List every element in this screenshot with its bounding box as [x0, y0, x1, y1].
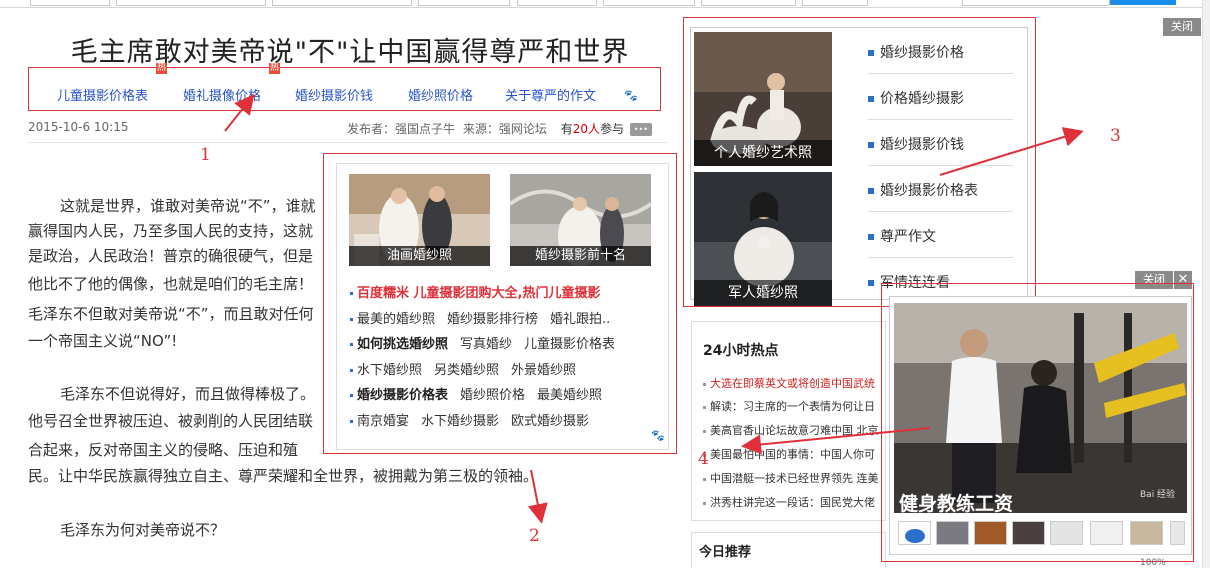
status-bar: 100% [1000, 558, 1200, 568]
zoom-level[interactable]: 100% [1140, 558, 1166, 568]
annotation-arrow [939, 127, 1084, 176]
annotation-arrows [224, 93, 1084, 524]
annotation-label: 2 [529, 526, 540, 546]
annotation-arrow [741, 427, 931, 455]
annotation-label: 4 [698, 449, 709, 469]
annotation-arrow [528, 469, 548, 524]
annotation-label: 3 [1110, 126, 1121, 146]
annotation-label: 1 [200, 145, 211, 165]
annotation-arrow [224, 93, 255, 132]
